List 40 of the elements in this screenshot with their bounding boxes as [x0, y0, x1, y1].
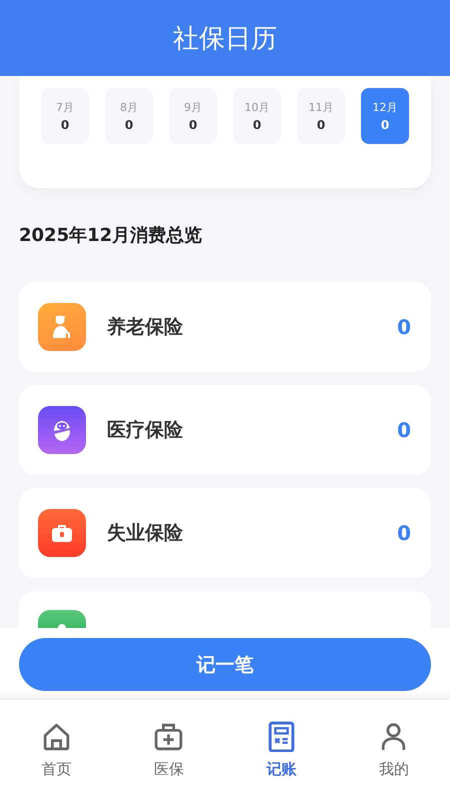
insurance-card[interactable]: 养老保险 0	[19, 282, 431, 372]
nav-tab[interactable]: 记账	[225, 700, 338, 800]
calculator-icon	[266, 721, 297, 752]
insurance-name: 医疗保险	[107, 418, 184, 443]
month-amount: 0	[124, 118, 134, 132]
month-label: 7月	[56, 100, 74, 115]
insurance-name: 失业保险	[107, 521, 184, 546]
section-title: 2025年12月消费总览	[19, 224, 204, 248]
month-label: 9月	[184, 100, 202, 115]
month-tab[interactable]: 11月 0	[297, 88, 345, 144]
insurance-card[interactable]: 医疗保险 0	[19, 385, 431, 475]
insurance-card[interactable]	[19, 591, 431, 628]
record-button[interactable]: 记一笔	[19, 638, 431, 691]
page-title: 社保日历	[173, 22, 277, 56]
month-label: 12月	[372, 100, 398, 115]
month-tab[interactable]: 12月 0	[361, 88, 409, 144]
nav-tab[interactable]: 首页	[0, 700, 112, 800]
month-label: 10月	[244, 100, 270, 115]
month-amount: 0	[60, 118, 70, 132]
month-tab[interactable]: 8月 0	[105, 88, 153, 144]
month-tab[interactable]: 7月 0	[41, 88, 89, 144]
swaddled-baby-icon	[38, 406, 86, 454]
month-tab[interactable]: 10月 0	[233, 88, 281, 144]
insurance-amount: 0	[397, 418, 411, 442]
month-amount: 0	[252, 118, 262, 132]
briefcase-icon	[38, 509, 86, 557]
medical-kit-icon	[153, 721, 184, 752]
nav-tab[interactable]: 医保	[112, 700, 225, 800]
insurance-amount: 0	[397, 315, 411, 339]
month-tab[interactable]: 9月 0	[169, 88, 217, 144]
elderly-person-icon	[38, 303, 86, 351]
insurance-card[interactable]: 失业保险 0	[19, 488, 431, 578]
month-amount: 0	[188, 118, 198, 132]
insurance-amount: 0	[397, 521, 411, 545]
nav-tab[interactable]: 我的	[338, 700, 450, 800]
insurance-name: 养老保险	[107, 315, 184, 340]
month-label: 11月	[308, 100, 334, 115]
month-label: 8月	[120, 100, 138, 115]
month-amount: 0	[380, 118, 390, 132]
month-amount: 0	[316, 118, 326, 132]
